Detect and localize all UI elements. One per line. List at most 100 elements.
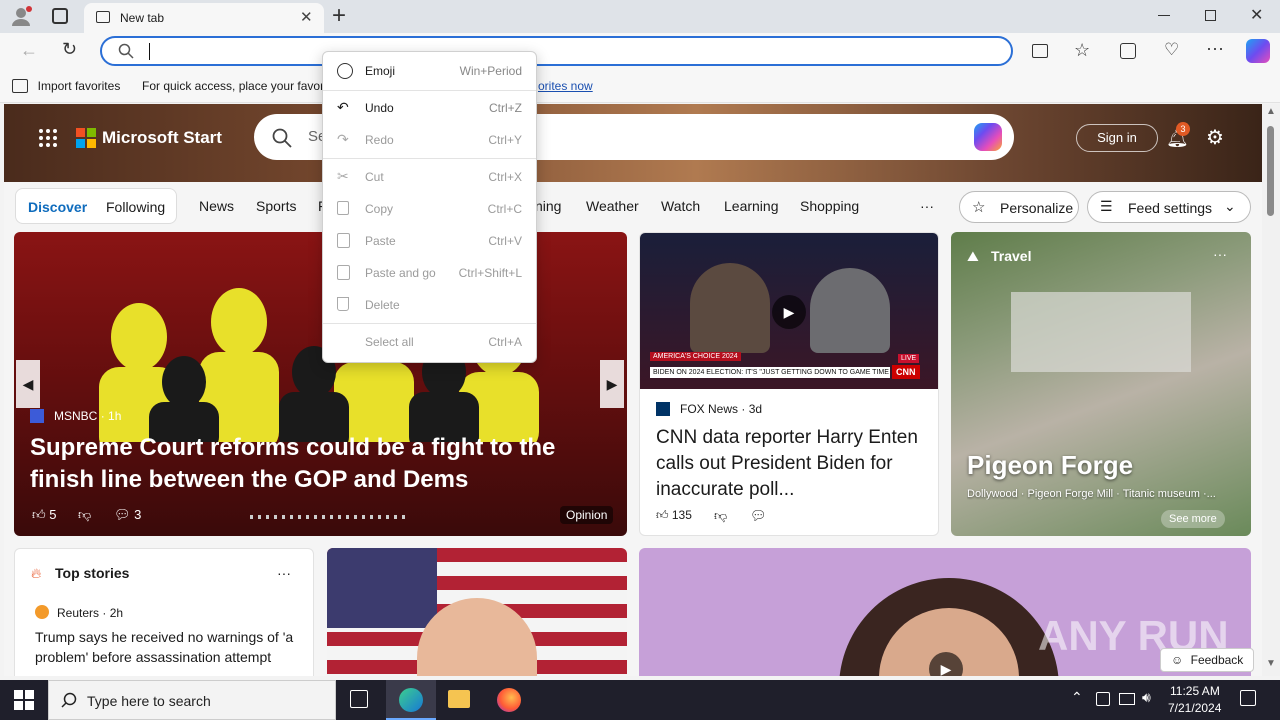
settings-gear-icon[interactable]: ⚙ (1206, 125, 1224, 150)
import-favorites-button[interactable]: Import favorites (12, 77, 120, 95)
carousel-dots[interactable] (250, 515, 410, 519)
taskbar-search-input[interactable]: Type here to search (48, 680, 336, 720)
menu-item-emoji[interactable]: Emoji Win+Period (323, 55, 536, 87)
menu-label-copy: Copy (365, 202, 394, 216)
menu-item-redo: ↷ Redo Ctrl+Y (323, 124, 536, 156)
menu-item-paste: Paste Ctrl+V (323, 225, 536, 257)
feedback-button[interactable]: ☺ Feedback (1160, 648, 1254, 672)
video-headline: CNN data reporter Harry Enten calls out … (656, 427, 918, 500)
brand-title: Microsoft Start (102, 128, 222, 147)
video-comments-off-icon[interactable]: 💬︎ (750, 508, 767, 524)
nav-news[interactable]: News (199, 198, 234, 214)
clock-date[interactable]: 7/21/2024 (1168, 701, 1221, 715)
sign-in-button[interactable]: Sign in (1076, 124, 1158, 152)
copy-icon (337, 201, 349, 215)
address-bar-input[interactable] (100, 36, 1013, 66)
tab-discover[interactable]: Discover (28, 199, 87, 215)
display-icon[interactable] (1119, 693, 1135, 705)
carousel-next-icon[interactable]: ▶ (600, 360, 624, 408)
menu-shortcut-paste: Ctrl+V (488, 234, 522, 248)
browser-essentials-icon[interactable]: ♡ (1164, 40, 1179, 60)
menu-item-paste-and-go: Paste and go Ctrl+Shift+L (323, 257, 536, 289)
flag-image-card[interactable] (327, 548, 627, 676)
video-news-card[interactable]: ▶ AMERICA'S CHOICE 2024 LIVE BIDEN ON 20… (639, 232, 939, 536)
nav-weather[interactable]: Weather (586, 198, 639, 214)
refresh-icon[interactable]: ↻ (62, 39, 77, 60)
hero-like-button[interactable]: 👍︎ 5 (32, 507, 56, 523)
tab-new-tab[interactable]: New tab ✕ (84, 3, 324, 33)
close-window-icon[interactable]: ✕ (1250, 5, 1263, 25)
volume-icon[interactable]: 🔊︎ (1142, 689, 1151, 706)
page-scrollbar[interactable]: ▲ ▼ (1262, 104, 1280, 676)
profile-icon[interactable] (10, 5, 32, 27)
live-badge: LIVE (898, 354, 920, 363)
travel-category: Travel (991, 248, 1032, 264)
top-story-source: Reuters · 2h (57, 606, 124, 620)
tab-following[interactable]: Following (106, 199, 165, 215)
top-stories-more-icon[interactable]: ··· (277, 565, 291, 581)
windows-start-icon[interactable] (14, 690, 34, 713)
nav-learning[interactable]: Learning (724, 198, 779, 214)
video-dislike-icon[interactable]: 👎︎ (714, 508, 727, 524)
edge-taskbar-icon[interactable] (386, 680, 436, 720)
search-icon (118, 43, 134, 62)
nav-partial-learning[interactable]: ning (535, 198, 561, 214)
favorites-star-icon[interactable]: ☆ (1074, 40, 1090, 61)
nav-watch[interactable]: Watch (661, 198, 700, 214)
personalize-button[interactable]: ☆ Personalize (959, 191, 1079, 223)
see-more-button[interactable]: See more (1161, 510, 1225, 528)
network-icon[interactable] (1096, 692, 1110, 706)
hero-comments-button[interactable]: 💬︎ 3 (114, 507, 141, 523)
menu-separator (323, 90, 536, 91)
trash-icon (337, 297, 349, 311)
apps-grid-icon[interactable] (38, 128, 58, 151)
travel-more-icon[interactable]: ··· (1213, 246, 1227, 262)
show-hidden-icons-icon[interactable]: ⌃ (1071, 689, 1083, 706)
edge-logo-icon (399, 688, 423, 712)
travel-card[interactable]: ⛰ Travel ··· Pigeon Forge Dollywood · Pi… (951, 232, 1251, 536)
context-menu: Emoji Win+Period ↶ Undo Ctrl+Z ↷ Redo Ct… (322, 51, 537, 363)
top-story-headline[interactable]: Trump says he received no warnings of 'a… (35, 627, 303, 667)
copilot-search-icon[interactable] (974, 123, 1002, 151)
restore-icon[interactable] (1205, 10, 1216, 21)
flame-icon: 🔥︎ (31, 565, 42, 581)
collections-icon[interactable] (1120, 43, 1136, 59)
favorites-hint-link[interactable]: orites now (538, 79, 593, 93)
hero-dislike-icon[interactable]: 👎︎ (78, 507, 91, 523)
taskbar-search-placeholder: Type here to search (87, 693, 211, 709)
menu-label-delete: Delete (365, 298, 400, 312)
sign-in-label: Sign in (1097, 130, 1137, 145)
msnbc-logo-icon (30, 409, 44, 423)
split-screen-icon[interactable] (1032, 44, 1048, 58)
minimize-icon[interactable] (1158, 15, 1170, 16)
scroll-up-icon[interactable]: ▲ (1266, 106, 1276, 117)
carousel-prev-icon[interactable]: ◀ (16, 360, 40, 408)
hero-headline: Supreme Court reforms could be a fight t… (30, 434, 556, 493)
nav-sports[interactable]: Sports (256, 198, 296, 214)
settings-more-icon[interactable]: ··· (1206, 38, 1224, 59)
video-like-button[interactable]: 👍︎ 135 (656, 508, 692, 523)
firefox-icon[interactable] (497, 688, 521, 712)
copilot-icon[interactable] (1246, 39, 1270, 63)
notification-center-icon[interactable] (1240, 690, 1256, 706)
back-icon[interactable]: ← (20, 40, 38, 61)
scroll-thumb[interactable] (1267, 126, 1274, 216)
nav-shopping[interactable]: Shopping (800, 198, 859, 214)
new-tab-icon[interactable]: + (332, 2, 346, 30)
page-content: Microsoft Start Se Sign in 🔔︎ 3 ⚙ Discov… (4, 104, 1262, 676)
play-icon[interactable]: ▶ (772, 295, 806, 329)
tab-close-icon[interactable]: ✕ (300, 8, 313, 26)
tab-actions-icon[interactable] (52, 8, 68, 24)
feed-settings-button[interactable]: ☰ Feed settings ⌄ (1087, 191, 1251, 223)
file-explorer-icon[interactable] (448, 690, 470, 708)
menu-item-undo[interactable]: ↶ Undo Ctrl+Z (323, 92, 536, 124)
clock-time[interactable]: 11:25 AM (1170, 684, 1220, 698)
cnn-logo: CNN (892, 365, 920, 379)
hero-like-count: 5 (49, 507, 57, 522)
nav-more-icon[interactable]: ··· (920, 198, 934, 214)
menu-separator (323, 323, 536, 324)
scroll-down-icon[interactable]: ▼ (1266, 658, 1276, 669)
task-view-icon[interactable] (350, 690, 368, 708)
feed-settings-label: Feed settings (1128, 200, 1213, 216)
presenter-left (690, 263, 770, 353)
